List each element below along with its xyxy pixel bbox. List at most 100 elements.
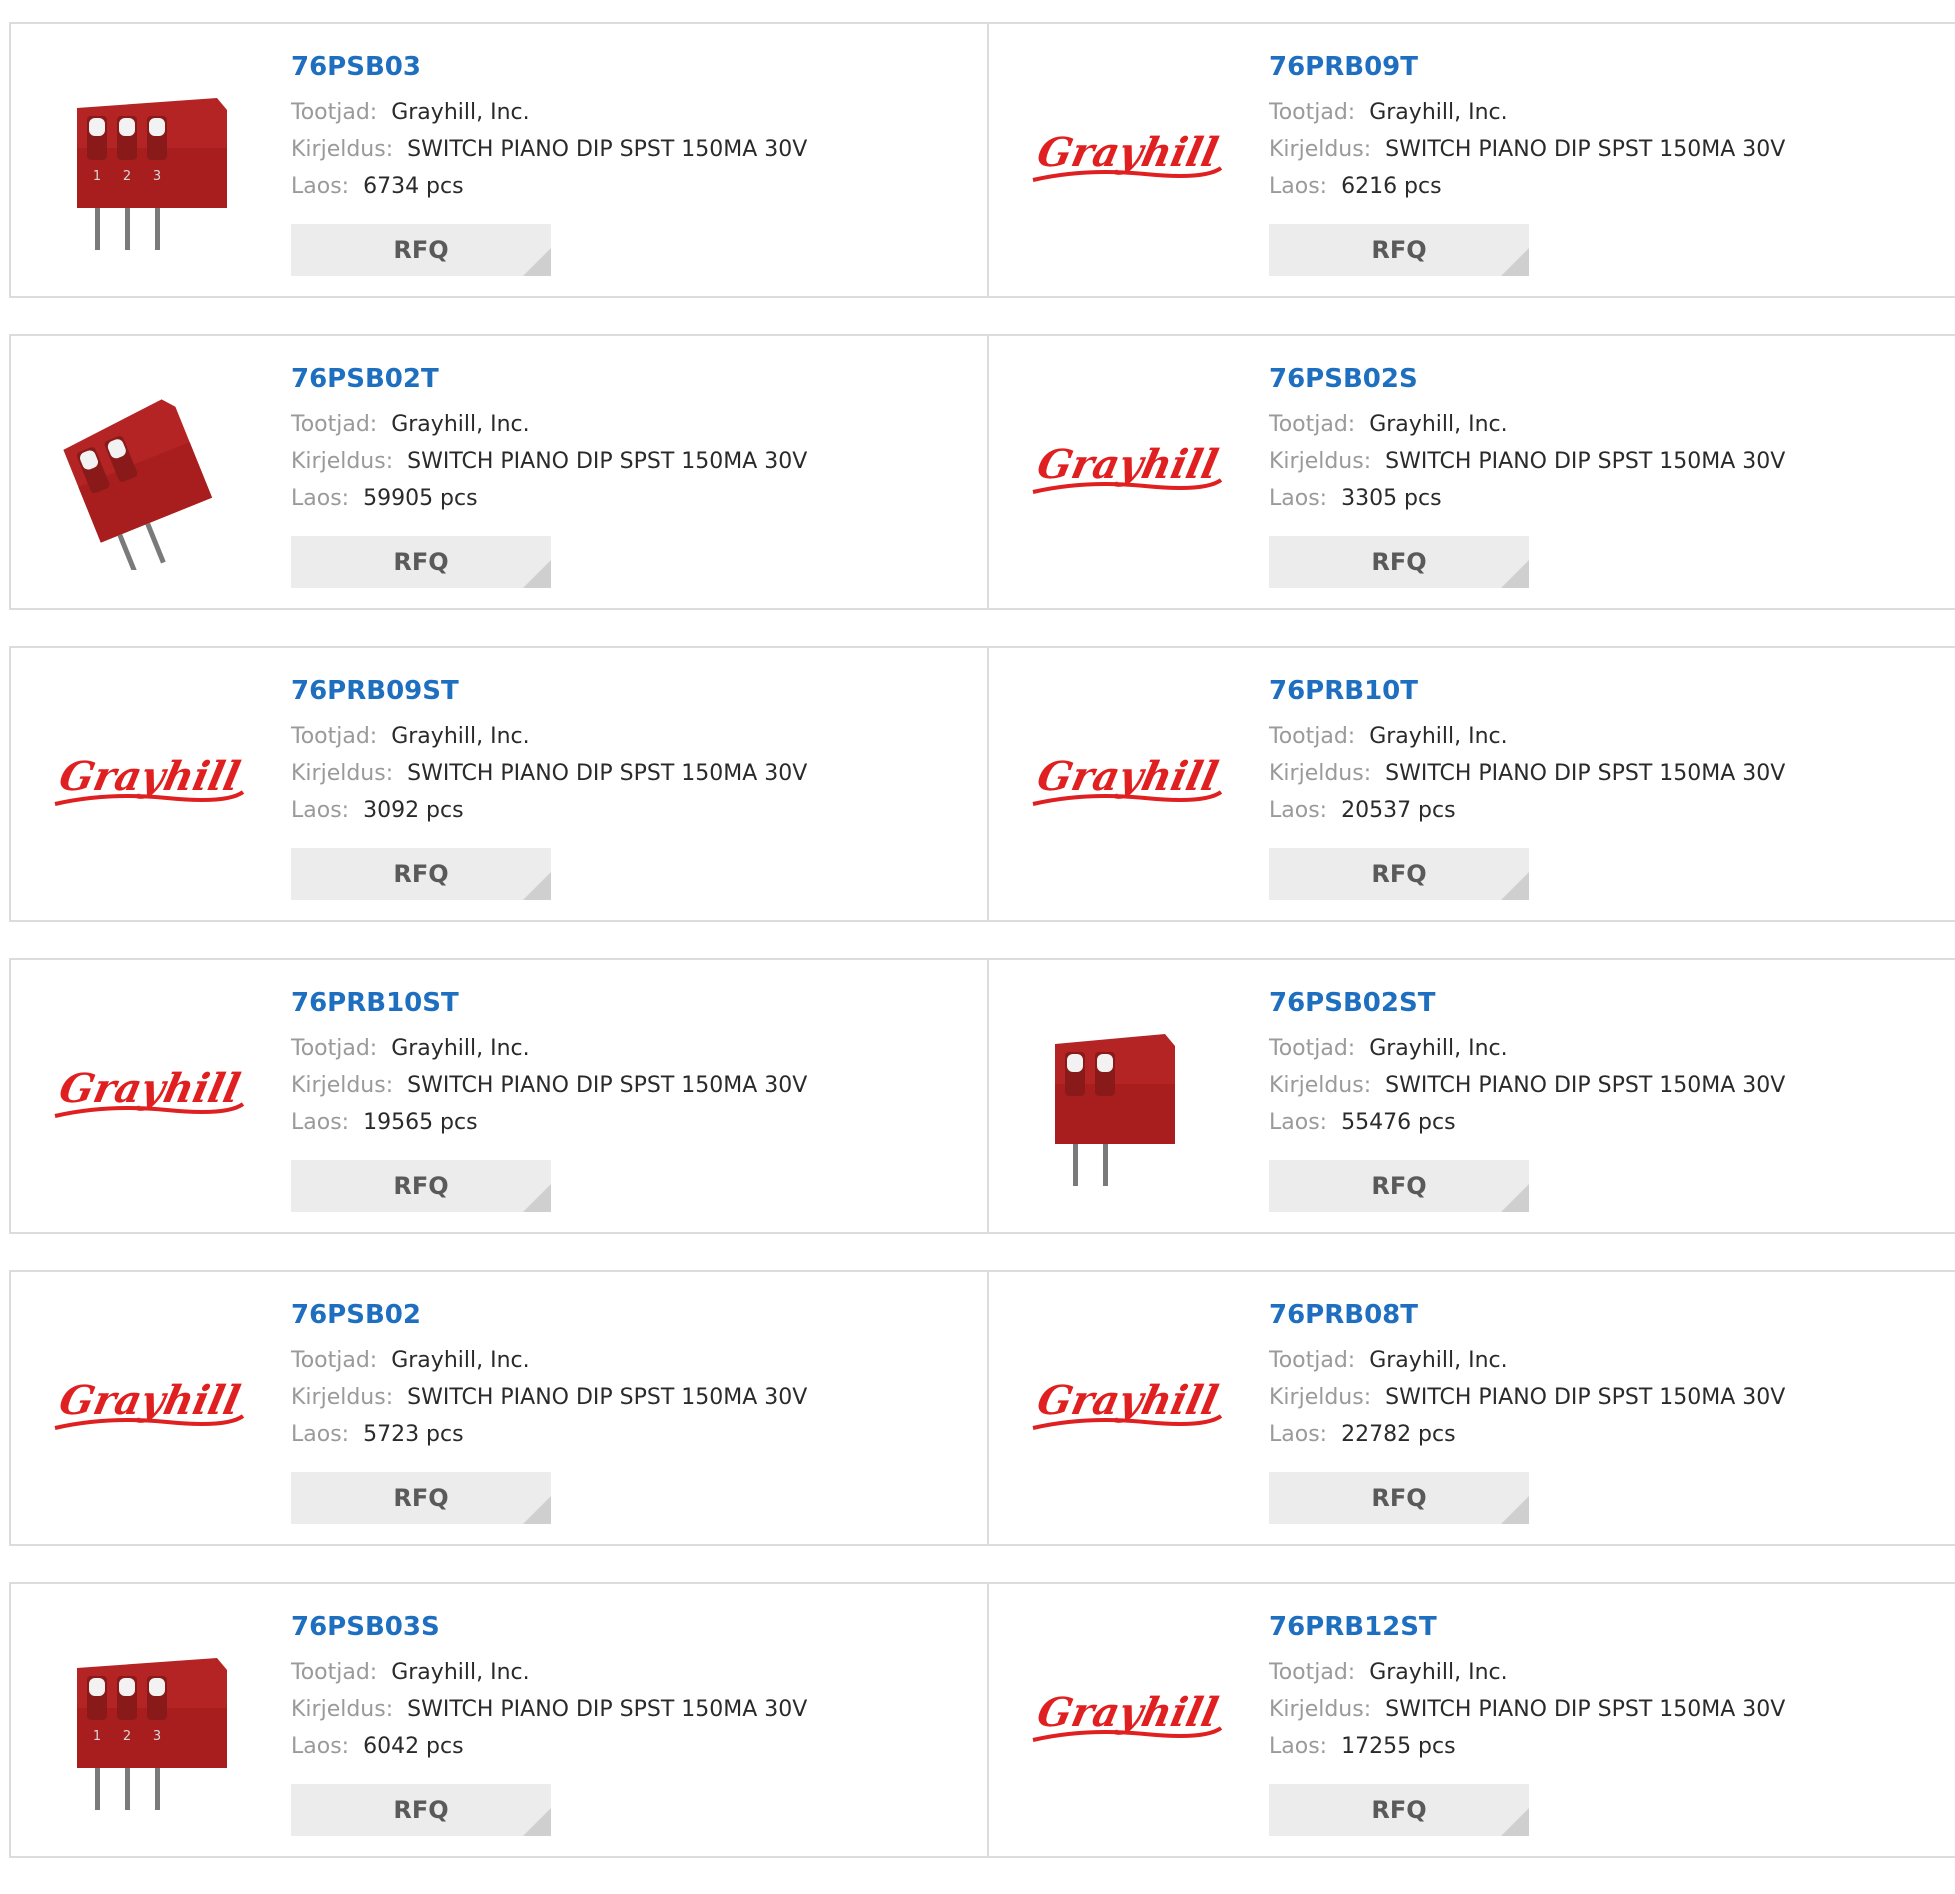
manufacturer-value: Grayhill, Inc.: [1369, 1036, 1508, 1061]
part-number-link[interactable]: 76PRB10ST: [291, 988, 807, 1018]
part-number-link[interactable]: 76PSB02S: [1269, 364, 1785, 394]
part-number-link[interactable]: 76PSB02T: [291, 364, 807, 394]
description-label: Kirjeldus:: [291, 1073, 394, 1098]
product-info: 76PRB09T Tootjad: Grayhill, Inc. Kirjeldu…: [1269, 52, 1785, 205]
product-image[interactable]: Grayhill: [1025, 370, 1225, 570]
product-image[interactable]: Grayhill: [1025, 1306, 1225, 1506]
description-label: Kirjeldus:: [291, 137, 394, 162]
manufacturer-label: Tootjad:: [1269, 1660, 1356, 1685]
corner-decoration: [1501, 248, 1529, 276]
stock-label: Laos:: [1269, 1110, 1328, 1135]
product-image[interactable]: Grayhill: [1025, 58, 1225, 258]
product-card: 1 2 3 76PSB03 Tootjad: Grayhill, Inc. Kirje…: [11, 24, 987, 296]
description-label: Kirjeldus:: [1269, 1697, 1372, 1722]
manufacturer-row: Tootjad: Grayhill, Inc.: [1269, 406, 1785, 443]
grayhill-logo-icon: Grayhill: [54, 1064, 244, 1118]
product-image[interactable]: [47, 370, 247, 570]
dip-switch-icon: [1055, 1034, 1175, 1186]
part-number-link[interactable]: 76PSB03: [291, 52, 807, 82]
svg-text:Grayhill: Grayhill: [1033, 1376, 1222, 1423]
description-label: Kirjeldus:: [1269, 761, 1372, 786]
manufacturer-row: Tootjad: Grayhill, Inc.: [291, 1342, 807, 1379]
description-label: Kirjeldus:: [291, 761, 394, 786]
rfq-button[interactable]: RFQ: [1269, 848, 1529, 900]
rfq-button[interactable]: RFQ: [291, 1160, 551, 1212]
stock-row: Laos: 17255 pcs: [1269, 1728, 1785, 1765]
rfq-button[interactable]: RFQ: [1269, 1160, 1529, 1212]
rfq-button[interactable]: RFQ: [291, 848, 551, 900]
product-image[interactable]: Grayhill: [47, 994, 247, 1194]
svg-text:1: 1: [93, 169, 101, 184]
manufacturer-value: Grayhill, Inc.: [1369, 1660, 1508, 1685]
corner-decoration: [1501, 1184, 1529, 1212]
product-image[interactable]: Grayhill: [47, 1306, 247, 1506]
corner-decoration: [1501, 560, 1529, 588]
rfq-button[interactable]: RFQ: [291, 536, 551, 588]
product-image[interactable]: 1 2 3: [47, 58, 247, 258]
rfq-button[interactable]: RFQ: [1269, 1784, 1529, 1836]
product-grid: 1 2 3 76PSB03 Tootjad: Grayhill, Inc. Kirje…: [9, 22, 1955, 1894]
part-number-link[interactable]: 76PSB02: [291, 1300, 807, 1330]
stock-value: 5723 pcs: [363, 1422, 464, 1447]
manufacturer-label: Tootjad:: [291, 724, 378, 749]
product-image[interactable]: Grayhill: [47, 682, 247, 882]
product-info: 76PRB10T Tootjad: Grayhill, Inc. Kirjeldu…: [1269, 676, 1785, 829]
grayhill-logo-icon: Grayhill: [1032, 1376, 1222, 1430]
stock-label: Laos:: [291, 798, 350, 823]
corner-decoration: [1501, 872, 1529, 900]
stock-label: Laos:: [1269, 798, 1328, 823]
description-value: SWITCH PIANO DIP SPST 150MA 30V: [1385, 137, 1786, 162]
product-row: Grayhill 76PRB09ST Tootjad: Grayhill, Inc…: [9, 646, 1955, 922]
svg-text:Grayhill: Grayhill: [55, 1376, 244, 1423]
description-value: SWITCH PIANO DIP SPST 150MA 30V: [1385, 1073, 1786, 1098]
rfq-button[interactable]: RFQ: [1269, 224, 1529, 276]
product-image[interactable]: [1025, 994, 1225, 1194]
stock-row: Laos: 55476 pcs: [1269, 1104, 1785, 1141]
dip-switch-icon: 1 2 3: [77, 98, 227, 250]
grayhill-logo-icon: Grayhill: [1032, 128, 1222, 182]
svg-text:Grayhill: Grayhill: [1033, 752, 1222, 799]
corner-decoration: [1501, 1496, 1529, 1524]
stock-value: 6216 pcs: [1341, 174, 1442, 199]
stock-label: Laos:: [1269, 1734, 1328, 1759]
rfq-button[interactable]: RFQ: [291, 224, 551, 276]
svg-text:Grayhill: Grayhill: [55, 752, 244, 799]
rfq-button[interactable]: RFQ: [1269, 536, 1529, 588]
description-row: Kirjeldus: SWITCH PIANO DIP SPST 150MA 30…: [1269, 1067, 1785, 1104]
rfq-label: RFQ: [1371, 548, 1427, 576]
product-card: Grayhill 76PRB12ST Tootjad: Grayhill, Inc…: [987, 1584, 1955, 1856]
stock-row: Laos: 3305 pcs: [1269, 480, 1785, 517]
rfq-label: RFQ: [1371, 1172, 1427, 1200]
manufacturer-value: Grayhill, Inc.: [391, 100, 530, 125]
part-number-link[interactable]: 76PRB08T: [1269, 1300, 1785, 1330]
part-number-link[interactable]: 76PSB02ST: [1269, 988, 1785, 1018]
rfq-button[interactable]: RFQ: [291, 1784, 551, 1836]
rfq-button[interactable]: RFQ: [291, 1472, 551, 1524]
part-number-link[interactable]: 76PSB03S: [291, 1612, 807, 1642]
stock-label: Laos:: [291, 1734, 350, 1759]
product-card: Grayhill 76PSB02S Tootjad: Grayhill, Inc.…: [987, 336, 1955, 608]
part-number-link[interactable]: 76PRB09ST: [291, 676, 807, 706]
part-number-link[interactable]: 76PRB09T: [1269, 52, 1785, 82]
product-info: 76PRB10ST Tootjad: Grayhill, Inc. Kirjeld…: [291, 988, 807, 1141]
corner-decoration: [1501, 1808, 1529, 1836]
manufacturer-row: Tootjad: Grayhill, Inc.: [1269, 718, 1785, 755]
part-number-link[interactable]: 76PRB12ST: [1269, 1612, 1785, 1642]
description-row: Kirjeldus: SWITCH PIANO DIP SPST 150MA 30…: [291, 755, 807, 792]
manufacturer-label: Tootjad:: [291, 100, 378, 125]
rfq-label: RFQ: [1371, 1484, 1427, 1512]
rfq-button[interactable]: RFQ: [1269, 1472, 1529, 1524]
stock-row: Laos: 3092 pcs: [291, 792, 807, 829]
stock-row: Laos: 6216 pcs: [1269, 168, 1785, 205]
product-image[interactable]: Grayhill: [1025, 682, 1225, 882]
product-info: 76PSB03 Tootjad: Grayhill, Inc. Kirjeldus…: [291, 52, 807, 205]
manufacturer-row: Tootjad: Grayhill, Inc.: [291, 1030, 807, 1067]
part-number-link[interactable]: 76PRB10T: [1269, 676, 1785, 706]
product-image[interactable]: Grayhill: [1025, 1618, 1225, 1818]
rfq-label: RFQ: [393, 1172, 449, 1200]
rfq-label: RFQ: [393, 548, 449, 576]
stock-row: Laos: 19565 pcs: [291, 1104, 807, 1141]
svg-text:3: 3: [153, 1729, 161, 1744]
manufacturer-label: Tootjad:: [1269, 1036, 1356, 1061]
product-image[interactable]: 1 2 3: [47, 1618, 247, 1818]
